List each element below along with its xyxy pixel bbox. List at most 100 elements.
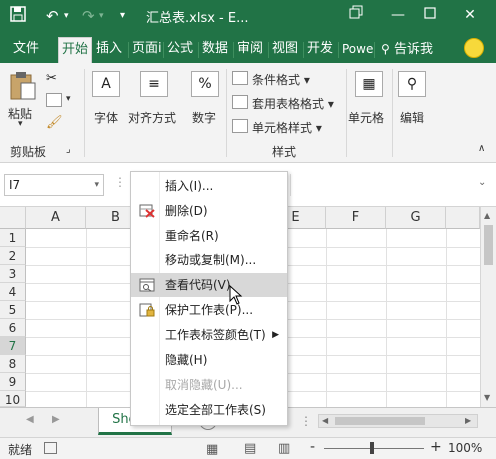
- page-layout-view-icon[interactable]: ▤: [244, 441, 256, 456]
- minimize-icon[interactable]: —: [386, 4, 410, 26]
- zoom-level[interactable]: 100%: [448, 441, 482, 455]
- horizontal-scrollbar[interactable]: ◀ ▶: [318, 414, 478, 428]
- column-header[interactable]: G: [386, 207, 446, 229]
- status-bar: 就绪 ▦ ▤ ▥ - + 100%: [0, 437, 496, 459]
- format-painter-icon[interactable]: 🖌: [46, 115, 63, 130]
- close-icon[interactable]: ✕: [458, 4, 482, 26]
- window-title: 汇总表.xlsx - E...: [146, 11, 249, 26]
- tab-data[interactable]: 数据: [199, 37, 231, 63]
- tab-page-layout[interactable]: 页面i: [129, 37, 165, 63]
- row-header[interactable]: 9: [0, 373, 26, 391]
- table-format-icon: [232, 95, 248, 109]
- conditional-format-icon: [232, 71, 248, 85]
- expand-formula-bar-icon[interactable]: ⌄: [478, 177, 486, 188]
- next-sheet-icon[interactable]: ▶: [52, 414, 60, 425]
- feedback-smiley-icon[interactable]: [464, 38, 484, 58]
- zoom-in-button[interactable]: +: [430, 439, 442, 455]
- editing-button[interactable]: ⚲ 编辑: [396, 69, 430, 133]
- save-icon[interactable]: [10, 6, 26, 27]
- tab-insert[interactable]: 插入: [93, 37, 125, 63]
- cell-styles-button[interactable]: 单元格样式 ▾: [232, 117, 342, 137]
- copy-dropdown-icon[interactable]: ▾: [66, 94, 71, 104]
- row-header[interactable]: 10: [0, 391, 26, 407]
- row-header[interactable]: 5: [0, 301, 26, 319]
- paste-button[interactable]: 粘贴 ▾: [6, 71, 40, 129]
- scroll-thumb[interactable]: [484, 225, 493, 265]
- font-button[interactable]: A 字体: [88, 69, 124, 133]
- tell-me-search[interactable]: ⚲ 告诉我: [378, 37, 436, 63]
- zoom-slider-thumb[interactable]: [370, 442, 374, 454]
- page-break-view-icon[interactable]: ▥: [278, 441, 290, 456]
- menu-item-view-code[interactable]: 查看代码(V): [131, 273, 287, 297]
- undo-dropdown-icon[interactable]: ▾: [64, 6, 69, 26]
- row-header[interactable]: 3: [0, 265, 26, 283]
- clipboard-launcher-icon[interactable]: ⌟: [66, 144, 71, 155]
- conditional-format-button[interactable]: 条件格式 ▾: [232, 69, 342, 89]
- menu-item-unhide: 取消隐藏(U)...: [165, 378, 243, 392]
- tab-file[interactable]: 文件: [10, 37, 42, 63]
- row-header[interactable]: 6: [0, 319, 26, 337]
- customize-toolbar-icon[interactable]: ▾: [120, 6, 125, 26]
- menu-item-protect-sheet[interactable]: 保护工作表(P)...: [131, 298, 287, 322]
- row-header[interactable]: 4: [0, 283, 26, 301]
- protect-sheet-icon: [139, 303, 155, 317]
- format-as-table-button[interactable]: 套用表格格式 ▾: [232, 93, 352, 113]
- alignment-button[interactable]: ≡ 对齐方式: [128, 69, 180, 133]
- row-header[interactable]: 1: [0, 229, 26, 247]
- number-button[interactable]: % 数字: [188, 69, 224, 133]
- menu-item-insert[interactable]: 插入(I)...: [131, 174, 287, 198]
- menu-item-tab-color[interactable]: 工作表标签颜色(T) ▶: [131, 323, 287, 347]
- column-header[interactable]: [446, 207, 480, 229]
- clipboard-icon: [10, 72, 36, 100]
- redo-icon[interactable]: ↷: [82, 6, 95, 26]
- select-all-corner[interactable]: [0, 207, 26, 229]
- name-box[interactable]: I7 ▾: [4, 174, 104, 196]
- scroll-up-icon[interactable]: ▲: [484, 211, 490, 220]
- restore-icon[interactable]: [344, 4, 368, 26]
- menu-item-select-all-sheets[interactable]: 选定全部工作表(S): [131, 398, 287, 422]
- copy-icon[interactable]: [46, 93, 62, 107]
- prev-sheet-icon[interactable]: ◀: [26, 414, 34, 425]
- tab-view[interactable]: 视图: [269, 37, 301, 63]
- normal-view-icon[interactable]: ▦: [206, 442, 218, 457]
- column-header[interactable]: F: [326, 207, 386, 229]
- collapse-ribbon-icon[interactable]: ∧: [478, 143, 485, 154]
- row-header[interactable]: 2: [0, 247, 26, 265]
- undo-icon[interactable]: ↶: [46, 6, 59, 26]
- macro-record-icon[interactable]: [44, 442, 57, 454]
- redo-dropdown-icon[interactable]: ▾: [99, 6, 104, 26]
- cell-style-icon: [232, 119, 248, 133]
- tab-developer[interactable]: 开发: [304, 37, 336, 63]
- tab-formulas[interactable]: 公式: [164, 37, 196, 63]
- name-box-dropdown-icon[interactable]: ▾: [94, 175, 99, 195]
- tab-home[interactable]: 开始: [58, 37, 93, 63]
- menu-item-rename[interactable]: 重命名(R): [131, 224, 287, 248]
- menu-item-hide[interactable]: 隐藏(H): [131, 348, 287, 372]
- menu-item-delete[interactable]: 删除(D): [131, 199, 287, 223]
- row-header[interactable]: 7: [0, 337, 26, 355]
- font-icon: A: [92, 71, 120, 97]
- cut-icon[interactable]: ✂: [46, 71, 62, 86]
- tab-power[interactable]: Powe: [339, 37, 376, 63]
- zoom-slider[interactable]: [324, 448, 424, 449]
- cells-icon: ▦: [355, 71, 383, 97]
- view-code-icon: [139, 278, 155, 292]
- paste-dropdown-icon[interactable]: ▾: [18, 119, 23, 129]
- tab-split-handle-icon[interactable]: ⋮: [300, 414, 312, 428]
- delete-sheet-icon: [139, 204, 155, 218]
- menu-item-move-copy[interactable]: 移动或复制(M)...: [131, 248, 287, 272]
- tab-review[interactable]: 审阅: [234, 37, 266, 63]
- row-header[interactable]: 8: [0, 355, 26, 373]
- scroll-right-icon[interactable]: ▶: [465, 416, 471, 425]
- maximize-icon[interactable]: [418, 4, 442, 26]
- column-header[interactable]: A: [26, 207, 86, 229]
- title-bar: ↶ ▾ ↷ ▾ ▾ 汇总表.xlsx - E... — ✕: [0, 0, 496, 33]
- formula-input[interactable]: [290, 174, 462, 196]
- vertical-scrollbar[interactable]: ▲ ▼: [480, 207, 496, 407]
- hscroll-thumb[interactable]: [335, 417, 425, 425]
- clipboard-group-label: 剪贴板: [10, 145, 47, 159]
- scroll-down-icon[interactable]: ▼: [484, 393, 490, 402]
- zoom-out-button[interactable]: -: [310, 439, 315, 455]
- cells-button[interactable]: ▦ 单元格: [348, 69, 390, 133]
- scroll-left-icon[interactable]: ◀: [322, 416, 328, 425]
